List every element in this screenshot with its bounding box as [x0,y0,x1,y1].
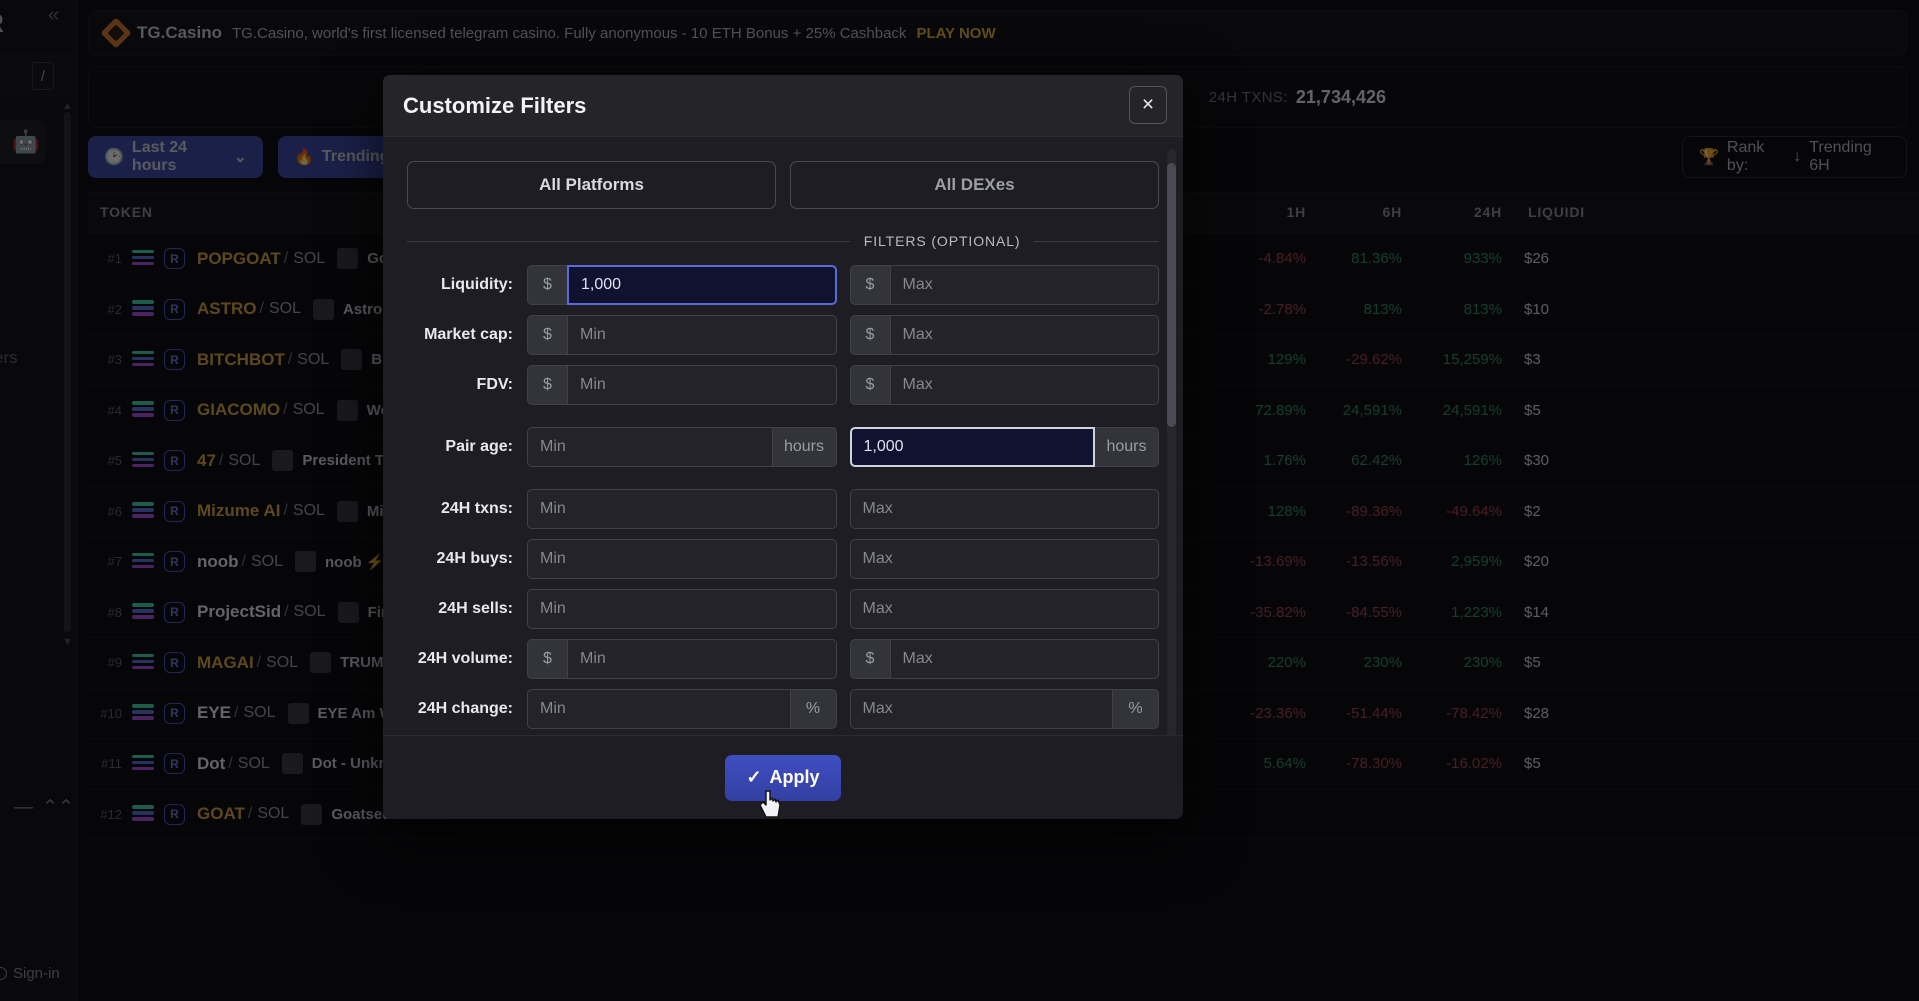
filters-section-title: FILTERS (OPTIONAL) [407,233,1159,249]
filter-rows: Liquidity: $ $ Market cap: $ $ FDV: $ $ Pair age:… [407,265,1159,729]
currency-prefix: $ [527,265,567,305]
filter-row: Liquidity: $ $ [407,265,1159,305]
currency-prefix: $ [527,315,567,355]
dialog-title: Customize Filters [403,93,587,118]
dialog-body: ▲ ▼ All Platforms All DEXes FILTERS (OPT… [383,137,1183,735]
currency-prefix: $ [849,365,890,405]
filter-min-input[interactable] [527,539,837,579]
filter-max-input[interactable] [889,365,1159,405]
filter-min-input[interactable] [527,589,837,629]
filter-label: Market cap: [424,326,513,343]
filter-row: 24H buys: [407,539,1159,579]
all-platforms-button[interactable]: All Platforms [407,161,776,209]
filter-max-input[interactable] [889,265,1159,305]
filter-max-input[interactable] [849,489,1159,529]
filter-max-input[interactable] [889,639,1159,679]
filter-min-input[interactable] [567,265,837,305]
scrollbar-thumb[interactable] [1167,163,1176,427]
filter-row: Market cap: $ $ [407,315,1159,355]
filter-min-input[interactable] [567,365,837,405]
filter-max-input[interactable] [889,315,1159,355]
filter-row: 24H change:%% [407,689,1159,729]
currency-prefix: $ [849,639,890,679]
filter-row: 24H txns: [407,489,1159,529]
apply-label: Apply [769,767,820,787]
filter-row: 24H sells: [407,589,1159,629]
currency-prefix: $ [527,639,567,679]
filters-section-label: FILTERS (OPTIONAL) [863,233,1021,249]
unit-suffix: hours [772,427,837,467]
filter-label: 24H change: [417,700,513,717]
filter-label: Pair age: [445,438,513,455]
currency-prefix: $ [849,315,890,355]
all-dexes-button[interactable]: All DEXes [790,161,1159,209]
unit-suffix: % [790,689,837,729]
filter-min-input[interactable] [527,489,837,529]
filter-row: Pair age: hours hours [407,427,1159,467]
filter-min-input[interactable] [527,427,773,467]
close-icon[interactable]: × [1129,86,1167,124]
customize-filters-dialog: Customize Filters × ▲ ▼ All Platforms Al… [383,75,1183,819]
filter-label: 24H buys: [436,550,513,567]
filter-label: 24H sells: [438,600,513,617]
filter-min-input[interactable] [567,639,837,679]
dialog-footer: ✓ Apply [383,735,1183,819]
unit-suffix: % [1113,689,1159,729]
filter-label: 24H txns: [440,500,513,517]
filter-label: FDV: [476,376,513,393]
dialog-header: Customize Filters × [383,75,1183,137]
currency-prefix: $ [527,365,567,405]
filter-row: FDV: $ $ [407,365,1159,405]
unit-suffix: hours [1095,427,1159,467]
apply-button[interactable]: ✓ Apply [725,754,841,801]
currency-prefix: $ [849,265,890,305]
dialog-scrollbar[interactable]: ▲ ▼ [1167,147,1176,735]
filter-max-input[interactable] [849,689,1113,729]
filter-label: Liquidity: [441,276,513,293]
filter-label: 24H volume: [417,650,513,667]
filter-max-input[interactable] [849,539,1159,579]
filter-max-input[interactable] [849,589,1159,629]
platform-selectors: All Platforms All DEXes [407,161,1159,209]
filter-max-input[interactable] [849,427,1095,467]
check-icon: ✓ [746,767,762,787]
filter-min-input[interactable] [567,315,837,355]
filter-row: 24H volume: $ $ [407,639,1159,679]
filter-min-input[interactable] [527,689,791,729]
